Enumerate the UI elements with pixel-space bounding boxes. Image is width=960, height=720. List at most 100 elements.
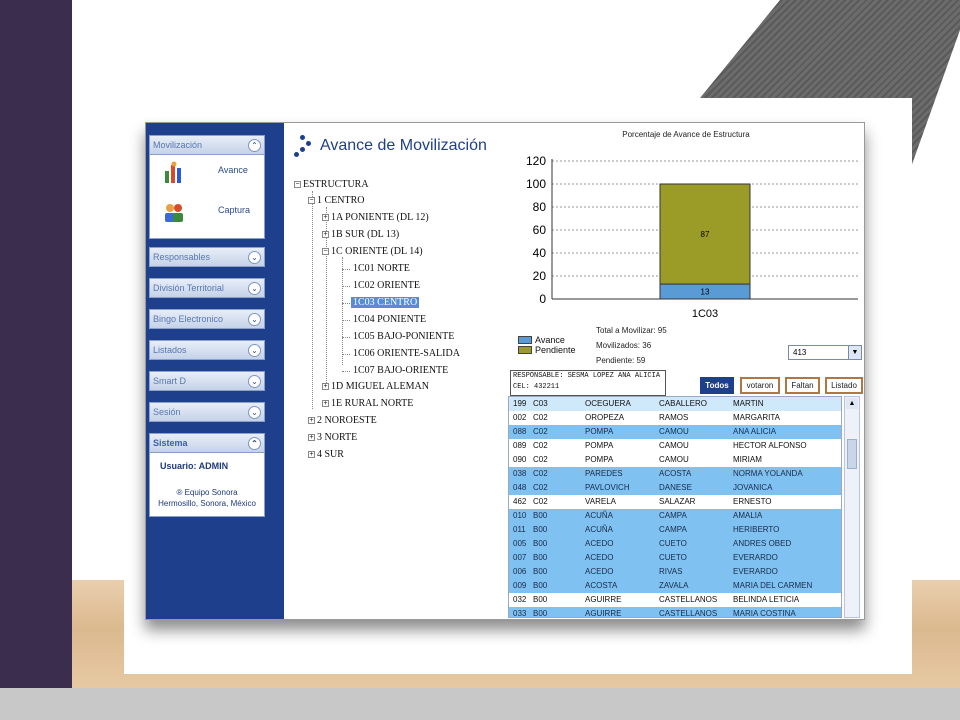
menu-item-captura[interactable]: Captura bbox=[150, 195, 264, 235]
chart-y-tick: 40 bbox=[533, 246, 547, 260]
legend-swatch bbox=[518, 336, 532, 344]
listado-button[interactable]: Listado bbox=[825, 377, 863, 394]
table-row[interactable]: 010 B00 ACUÑA CAMPA AMALIA bbox=[509, 509, 841, 523]
tree-node[interactable]: +4 SUR bbox=[308, 449, 344, 461]
chart-data-label: 13 bbox=[701, 288, 710, 297]
nav-section-smartd[interactable]: Smart D ⌄ bbox=[149, 371, 265, 391]
tree-leaf[interactable]: 1C05 BAJO-PONIENTE bbox=[353, 331, 454, 343]
app-window: Movilización ⌃ Avance Captura Responsabl… bbox=[145, 122, 865, 620]
menu-item-avance[interactable]: Avance bbox=[150, 155, 264, 195]
chevron-down-icon[interactable]: ⌄ bbox=[248, 251, 261, 264]
table-cell: CASTELLANOS bbox=[659, 595, 718, 604]
table-cell: BELINDA LETICIA bbox=[733, 595, 800, 604]
nav-section-responsables[interactable]: Responsables ⌄ bbox=[149, 247, 265, 267]
tree-toggle[interactable]: + bbox=[322, 231, 329, 239]
tree-node[interactable]: +1B SUR (DL 13) bbox=[322, 229, 399, 241]
tree-toggle[interactable]: + bbox=[308, 417, 315, 425]
tree-leaf[interactable]: 1C06 ORIENTE-SALIDA bbox=[353, 348, 460, 360]
tree-toggle[interactable]: − bbox=[308, 197, 315, 205]
table-row[interactable]: 088 C02 POMPA CAMOU ANA ALICIA bbox=[509, 425, 841, 439]
nav-section-listados[interactable]: Listados ⌄ bbox=[149, 340, 265, 360]
table-row[interactable]: 033 B00 AGUIRRE CASTELLANOS MARIA COSTINA bbox=[509, 607, 841, 618]
table-scrollbar[interactable]: ▲ bbox=[844, 396, 860, 618]
faltan-button[interactable]: Faltan bbox=[785, 377, 820, 394]
chevron-down-icon[interactable]: ⌄ bbox=[248, 313, 261, 326]
tree-node[interactable]: −1 CENTRO bbox=[308, 195, 365, 207]
chevron-down-icon[interactable]: ⌄ bbox=[248, 344, 261, 357]
tree-toggle[interactable]: + bbox=[322, 400, 329, 408]
table-cell: MARTIN bbox=[733, 399, 764, 408]
tree-node[interactable]: − ESTRUCTURA bbox=[294, 179, 369, 191]
tree-node[interactable]: +1E RURAL NORTE bbox=[322, 398, 413, 410]
table-cell: ACUÑA bbox=[585, 511, 614, 520]
responsable-box: RESPONSABLE: SESMA LOPEZ ANA ALICIA CEL:… bbox=[510, 370, 666, 396]
chevron-up-icon[interactable]: ⌃ bbox=[248, 139, 261, 152]
table-row[interactable]: 090 C02 POMPA CAMOU MIRIAM bbox=[509, 453, 841, 467]
table-cell: PAREDES bbox=[585, 469, 623, 478]
summary-total: Total a Movilizar: 95 bbox=[596, 326, 667, 335]
chart-y-tick: 20 bbox=[533, 269, 547, 283]
tree-toggle[interactable]: + bbox=[322, 214, 329, 222]
tree-node[interactable]: +1D MIGUEL ALEMAN bbox=[322, 381, 429, 393]
tree-node[interactable]: +1A PONIENTE (DL 12) bbox=[322, 212, 429, 224]
nav-section-label: Smart D bbox=[153, 376, 187, 386]
tree-node[interactable]: +2 NOROESTE bbox=[308, 415, 377, 427]
table-cell: 090 bbox=[513, 455, 527, 464]
table-row[interactable]: 462 C02 VARELA SALAZAR ERNESTO bbox=[509, 495, 841, 509]
scrollbar-thumb[interactable] bbox=[847, 439, 857, 469]
nav-section-header[interactable]: Movilización ⌃ bbox=[149, 135, 265, 155]
nav-section-division[interactable]: División Territorial ⌄ bbox=[149, 278, 265, 298]
table-cell: 033 bbox=[513, 609, 527, 618]
table-row[interactable]: 199 C03 OCEGUERA CABALLERO MARTIN bbox=[509, 397, 841, 411]
tree-toggle[interactable]: − bbox=[294, 181, 301, 189]
votaron-button[interactable]: votaron bbox=[740, 377, 780, 394]
chevron-down-icon[interactable]: ▼ bbox=[848, 346, 861, 359]
table-row[interactable]: 006 B00 ACEDO RIVAS EVERARDO bbox=[509, 565, 841, 579]
table-row[interactable]: 032 B00 AGUIRRE CASTELLANOS BELINDA LETICIA bbox=[509, 593, 841, 607]
tree-leaf-selected[interactable]: 1C03 CENTRO bbox=[351, 297, 420, 309]
chart-y-tick: 60 bbox=[533, 223, 547, 237]
chevron-down-icon[interactable]: ⌄ bbox=[248, 406, 261, 419]
table-row[interactable]: 011 B00 ACUÑA CAMPA HERIBERTO bbox=[509, 523, 841, 537]
chevron-up-icon[interactable]: ⌃ bbox=[248, 437, 261, 450]
table-cell: RIVAS bbox=[659, 567, 683, 576]
table-row[interactable]: 089 C02 POMPA CAMOU HECTOR ALFONSO bbox=[509, 439, 841, 453]
tree-leaf[interactable]: 1C07 BAJO-ORIENTE bbox=[353, 365, 448, 377]
table-cell: C02 bbox=[533, 413, 548, 422]
tree-toggle[interactable]: + bbox=[322, 383, 329, 391]
table-row[interactable]: 009 B00 ACOSTA ZAVALA MARIA DEL CARMEN bbox=[509, 579, 841, 593]
table-row[interactable]: 007 B00 ACEDO CUETO EVERARDO bbox=[509, 551, 841, 565]
nav-section-header[interactable]: Sistema ⌃ bbox=[149, 433, 265, 453]
copyright-line: Hermosillo, Sonora, México bbox=[158, 499, 256, 508]
tree-toggle[interactable]: + bbox=[308, 451, 315, 459]
table-cell: ERNESTO bbox=[733, 497, 772, 506]
nav-section-label: Responsables bbox=[153, 252, 211, 262]
tree-node[interactable]: −1C ORIENTE (DL 14) bbox=[322, 246, 423, 258]
chevron-up-icon[interactable]: ▲ bbox=[846, 398, 858, 409]
nav-section-sesion[interactable]: Sesión ⌄ bbox=[149, 402, 265, 422]
chevron-down-icon[interactable]: ⌄ bbox=[248, 375, 261, 388]
seccion-select[interactable]: 413 ▼ bbox=[788, 345, 862, 360]
table-cell: MARGARITA bbox=[733, 413, 780, 422]
table-cell: C02 bbox=[533, 497, 548, 506]
table-row[interactable]: 005 B00 ACEDO CUETO ANDRES OBED bbox=[509, 537, 841, 551]
nav-section-bingo[interactable]: Bingo Electronico ⌄ bbox=[149, 309, 265, 329]
table-cell: AGUIRRE bbox=[585, 595, 622, 604]
table-row[interactable]: 002 C02 OROPEZA RAMOS MARGARITA bbox=[509, 411, 841, 425]
table-cell: 009 bbox=[513, 581, 527, 590]
table-cell: C02 bbox=[533, 469, 548, 478]
table-row[interactable]: 038 C02 PAREDES ACOSTA NORMA YOLANDA bbox=[509, 467, 841, 481]
tree-leaf[interactable]: 1C02 ORIENTE bbox=[353, 280, 420, 292]
tree-leaf[interactable]: 1C04 PONIENTE bbox=[353, 314, 426, 326]
chevron-down-icon[interactable]: ⌄ bbox=[248, 282, 261, 295]
tree-node[interactable]: +3 NORTE bbox=[308, 432, 357, 444]
table-cell: 038 bbox=[513, 469, 527, 478]
todos-button[interactable]: Todos bbox=[700, 377, 734, 394]
tree-leaf[interactable]: 1C01 NORTE bbox=[353, 263, 410, 275]
table-row[interactable]: 048 C02 PAVLOVICH DANESE JOVANICA bbox=[509, 481, 841, 495]
tree-toggle[interactable]: + bbox=[308, 434, 315, 442]
people-chart-icon bbox=[165, 161, 181, 183]
table-cell: 006 bbox=[513, 567, 527, 576]
table-cell: MIRIAM bbox=[733, 455, 762, 464]
tree-toggle[interactable]: − bbox=[322, 248, 329, 256]
